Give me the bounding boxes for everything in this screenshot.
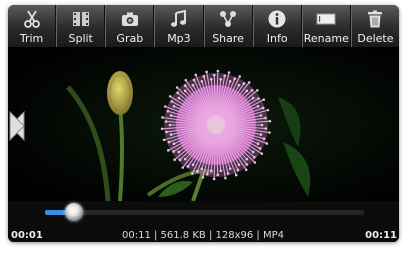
delete-button[interactable]: Delete (350, 5, 399, 47)
share-label: Share (212, 32, 244, 45)
info-icon (268, 10, 286, 28)
split-button[interactable]: Split (56, 5, 106, 47)
rename-label: Rename (303, 32, 349, 45)
rename-icon (316, 13, 336, 25)
rename-button[interactable]: Rename (301, 5, 351, 47)
seek-bar-thumb[interactable] (64, 203, 83, 221)
camera-icon (121, 12, 138, 26)
video-frame-image (8, 47, 399, 201)
split-film-icon (72, 12, 89, 26)
trim-label: Trim (19, 32, 44, 45)
grab-label: Grab (116, 32, 144, 45)
seek-bar[interactable] (45, 210, 364, 215)
share-button[interactable]: Share (203, 5, 253, 47)
scissors-icon (23, 10, 40, 28)
mp3-button[interactable]: Mp3 (154, 5, 204, 47)
trim-button[interactable]: Trim (8, 5, 57, 47)
video-player-screen: Trim Split Grab Mp3 Share Info Rename De… (8, 5, 399, 242)
info-button[interactable]: Info (252, 5, 302, 47)
toolbar: Trim Split Grab Mp3 Share Info Rename De… (8, 5, 399, 47)
mp3-label: Mp3 (167, 32, 191, 45)
chevron-right-icon[interactable] (8, 111, 26, 141)
share-icon (220, 11, 237, 27)
file-info: 00:11 | 561.8 KB | 128x96 | MP4 (122, 230, 284, 241)
info-label: Info (266, 32, 288, 45)
grab-button[interactable]: Grab (105, 5, 155, 47)
trash-icon (368, 10, 383, 28)
delete-label: Delete (357, 32, 394, 45)
end-time: 00:11 (365, 230, 397, 241)
current-time: 00:01 (11, 230, 43, 241)
video-frame[interactable] (8, 47, 399, 201)
music-note-icon (170, 9, 186, 27)
split-label: Split (68, 32, 93, 45)
